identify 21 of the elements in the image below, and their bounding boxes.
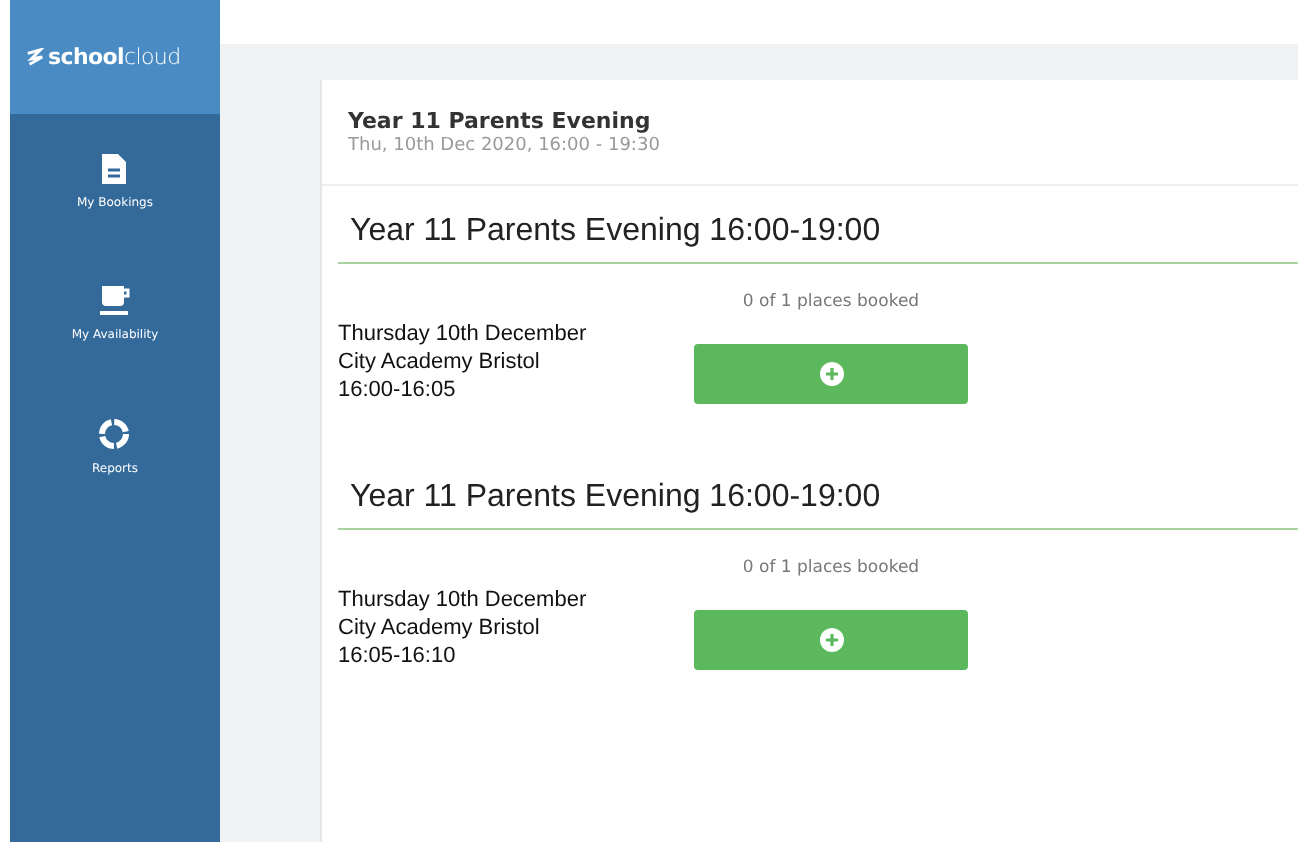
plus-icon bbox=[819, 362, 843, 386]
slot-time: 16:05-16:10 bbox=[338, 642, 458, 670]
slot-date: Thursday 10th December bbox=[338, 320, 589, 348]
cup-icon bbox=[99, 286, 131, 316]
plus-icon bbox=[819, 628, 843, 652]
ring-icon bbox=[98, 418, 131, 450]
slot-location: City Academy Bristol bbox=[338, 614, 542, 642]
event-title: Year 11 Parents Evening bbox=[348, 108, 653, 134]
document-icon bbox=[102, 154, 127, 184]
slot-heading: Year 11 Parents Evening 16:00-19:00 bbox=[338, 480, 1298, 530]
slot-location: City Academy Bristol bbox=[338, 348, 542, 376]
places-booked: 0 of 1 places booked bbox=[742, 558, 920, 578]
add-button[interactable] bbox=[694, 610, 968, 670]
places-booked: 0 of 1 places booked bbox=[742, 292, 920, 312]
add-button[interactable] bbox=[694, 344, 968, 404]
logo-icon bbox=[26, 48, 44, 66]
brand-name: schoolcloud bbox=[48, 44, 181, 70]
slot-date: Thursday 10th December bbox=[338, 586, 589, 614]
slot-time: 16:00-16:05 bbox=[338, 376, 458, 404]
slot-heading: Year 11 Parents Evening 16:00-19:00 bbox=[338, 214, 1298, 264]
event-date: Thu, 10th Dec 2020, 16:00 - 19:30 bbox=[348, 136, 662, 156]
